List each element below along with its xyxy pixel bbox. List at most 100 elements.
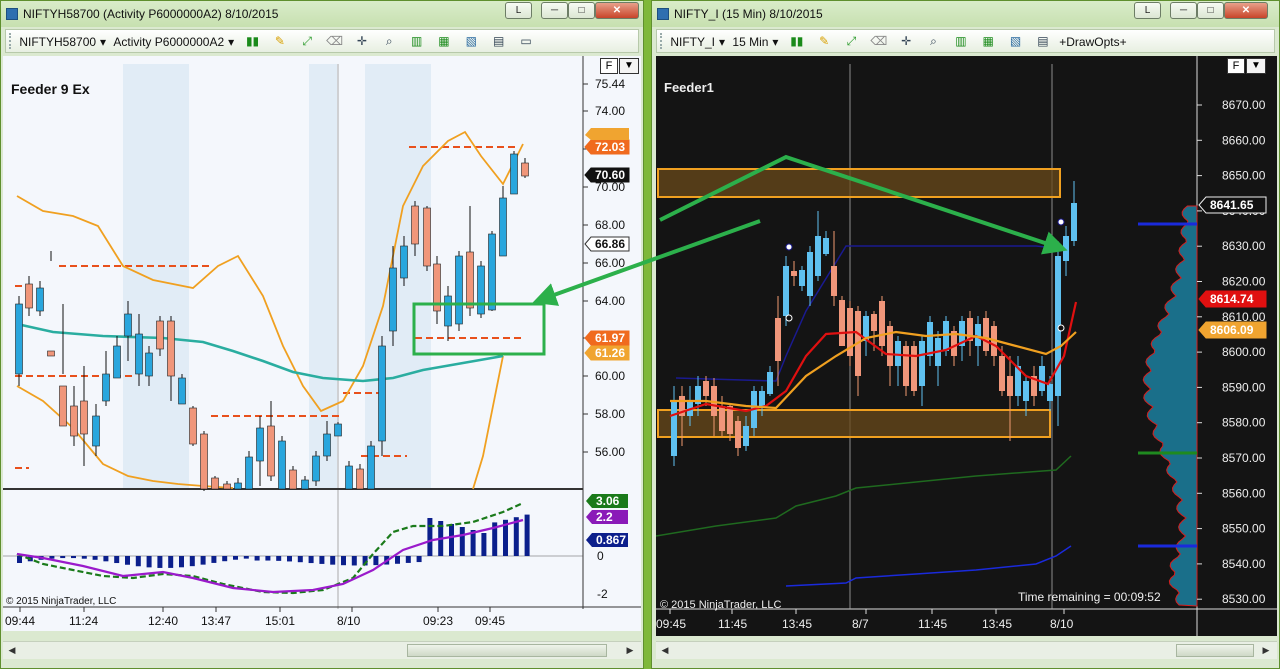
candle-body [719,406,725,431]
price-marker-label: 70.60 [595,168,625,182]
osc-histogram-bar [481,533,487,556]
candle-body [200,433,208,490]
minimize-button[interactable]: ─ [541,2,568,19]
strategies-icon[interactable]: ▧ [1007,33,1025,50]
osc-histogram-bar [81,556,87,559]
scroll-right-icon[interactable]: ▶ [623,644,637,657]
candle-body [124,313,132,337]
candle-body [334,423,342,437]
minimize-button[interactable]: ─ [1170,2,1197,19]
price-tick-label: 8560.00 [1222,486,1266,500]
draw-tools-icon[interactable]: ⤢ [842,33,860,50]
pencil-icon[interactable]: ✎ [271,33,289,50]
candle-body [1063,236,1069,261]
left-chart-area[interactable]: Feeder 9 Ex75.4474.0072.0070.0068.0066.0… [3,56,641,631]
signal-dot [785,314,793,322]
chart-style-icon[interactable]: ▥ [408,33,426,50]
candle-body [256,427,264,462]
app-icon [6,8,18,20]
pencil-icon[interactable]: ✎ [815,33,833,50]
indicators-icon[interactable]: ▦ [435,33,453,50]
eraser-icon[interactable]: ⌫ [326,33,344,50]
right-horizontal-scrollbar[interactable]: ◀ ▶ [656,641,1277,659]
scroll-thumb[interactable] [407,644,607,657]
zoom-icon[interactable]: ⌕ [925,33,943,50]
osc-histogram-bar [60,556,66,559]
app-icon [657,8,669,20]
price-tick-label: 64.00 [595,294,625,308]
instrument-selector[interactable]: NIFTYH58700 [19,34,96,50]
osc-histogram-bar [211,556,217,563]
price-tick-label: 8630.00 [1222,239,1266,253]
properties-icon[interactable]: ▤ [490,33,508,50]
candle-body [80,400,88,435]
left-chart-label: Feeder 9 Ex [11,81,90,97]
maximize-button[interactable]: □ [1197,2,1224,19]
properties-icon[interactable]: ▤ [1034,33,1052,50]
scroll-right-icon[interactable]: ▶ [1259,644,1273,657]
candle-body [911,346,917,391]
time-remaining-text: Time remaining = 00:09:52 [1018,590,1161,604]
link-button[interactable]: L [1134,2,1161,19]
template-selector[interactable]: Activity P6000000A2 [113,34,224,50]
price-tick-label: 8580.00 [1222,416,1266,430]
chart-style-icon[interactable]: ▥ [952,33,970,50]
left-horizontal-scrollbar[interactable]: ◀ ▶ [3,641,641,659]
candle-body [245,456,253,490]
time-tick-label: 09:45 [475,614,505,628]
price-marker-label: 8641.65 [1210,198,1254,212]
crosshair-icon[interactable]: ✛ [353,33,371,50]
candle-body [278,440,286,490]
crosshair-icon[interactable]: ✛ [897,33,915,50]
interval-selector[interactable]: 15 Min [732,34,768,50]
candle-body [92,415,100,447]
dropdown-arrow-icon[interactable]: ▾ [772,34,778,50]
candle-body [488,233,496,311]
draw-tools-icon[interactable]: ⤢ [298,33,316,50]
osc-marker-label: 2.2 [596,510,613,524]
zoom-icon[interactable]: ⌕ [380,33,398,50]
candle-body [301,479,309,490]
copyright-text: © 2015 NinjaTrader, LLC [6,596,116,607]
price-tick-label: 60.00 [595,369,625,383]
dropdown-arrow-icon[interactable]: ▾ [100,34,106,50]
copyright-text: © 2015 NinjaTrader, LLC [660,599,781,611]
drawopts-button[interactable]: +DrawOpts+ [1059,34,1126,50]
link-button[interactable]: L [505,2,532,19]
left-chevron-down-icon[interactable]: ▼ [619,58,639,74]
close-button[interactable]: ✕ [595,2,639,19]
right-title-bar[interactable]: NIFTY_I (15 Min) 8/10/2015 L ─ □ ✕ [652,1,1279,27]
osc-histogram-bar [459,527,465,556]
scroll-left-icon[interactable]: ◀ [5,644,19,657]
close-button[interactable]: ✕ [1224,2,1268,19]
bar-type-icon[interactable]: ▮▮ [244,33,262,50]
left-title-bar[interactable]: NIFTYH58700 (Activity P6000000A2) 8/10/2… [1,1,643,27]
right-f-button[interactable]: F [1227,58,1245,74]
right-chevron-down-icon[interactable]: ▼ [1246,58,1266,74]
candle-body [323,433,331,457]
indicators-icon[interactable]: ▦ [979,33,997,50]
dropdown-arrow-icon[interactable]: ▾ [228,34,234,50]
right-chart-svg[interactable]: Feeder18670.008660.008650.008640.008630.… [656,56,1277,636]
osc-histogram-bar [243,556,249,559]
osc-histogram-bar [395,556,400,564]
candle-body [36,287,44,312]
scroll-left-icon[interactable]: ◀ [658,644,672,657]
osc-histogram-bar [276,556,282,561]
candle-body [999,356,1005,391]
strategies-icon[interactable]: ▧ [462,33,480,50]
dropdown-arrow-icon[interactable]: ▾ [719,34,725,50]
maximize-button[interactable]: □ [568,2,595,19]
bar-type-icon[interactable]: ▮▮ [788,33,806,50]
scroll-thumb[interactable] [1176,644,1254,657]
candle-body [927,322,933,356]
candle-body [767,372,773,394]
left-f-button[interactable]: F [600,58,618,74]
osc-histogram-bar [179,556,184,568]
right-chart-area[interactable]: Feeder18670.008660.008650.008640.008630.… [656,56,1277,636]
data-box-icon[interactable]: ▭ [517,33,535,50]
instrument-selector[interactable]: NIFTY_I [670,34,715,50]
left-chart-svg[interactable]: Feeder 9 Ex75.4474.0072.0070.0068.0066.0… [3,56,641,631]
osc-histogram-bar [524,514,530,556]
eraser-icon[interactable]: ⌫ [870,33,888,50]
